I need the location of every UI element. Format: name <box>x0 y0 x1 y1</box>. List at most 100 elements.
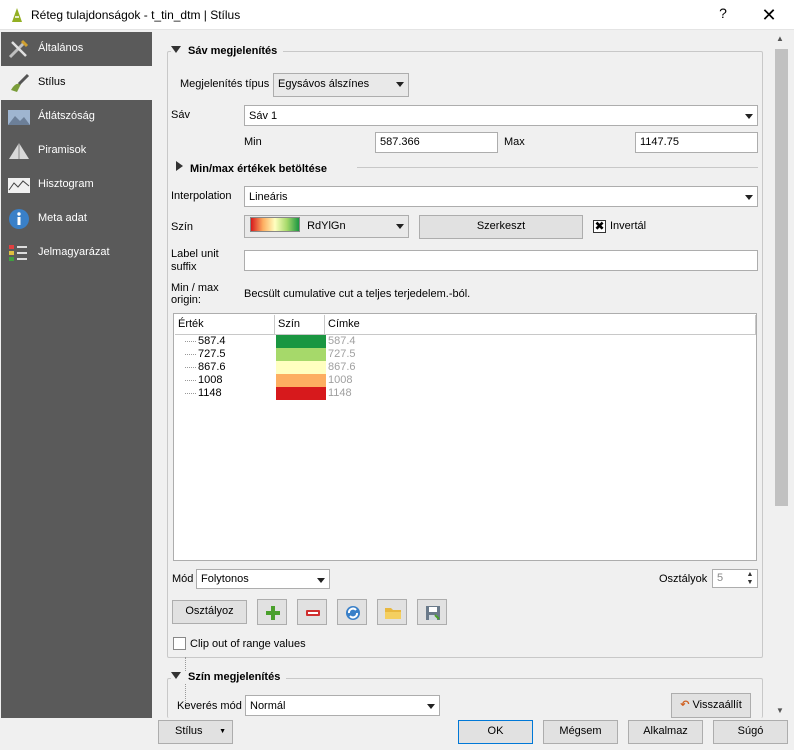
tree-branch <box>185 393 196 394</box>
band-rendering-header[interactable]: Sáv megjelenítés <box>171 45 284 57</box>
mode-select[interactable]: Folytonos <box>196 569 330 589</box>
sidebar-item-histogram[interactable]: Hisztogram <box>1 168 152 202</box>
spin-up-icon[interactable]: ▲ <box>744 571 756 578</box>
sidebar-item-label: Piramisok <box>38 144 87 156</box>
blend-mode-select[interactable]: Normál <box>245 695 440 716</box>
add-class-button[interactable] <box>257 599 287 625</box>
chevron-down-icon <box>392 216 408 237</box>
window-title: Réteg tulajdonságok - t_tin_dtm | Stílus <box>31 8 241 22</box>
table-row[interactable]: 727.5 727.5 <box>175 348 757 361</box>
min-input[interactable]: 587.366 <box>375 132 498 153</box>
sidebar-item-legend[interactable]: Jelmagyarázat <box>1 236 152 270</box>
sidebar-item-label: Általános <box>38 42 84 54</box>
close-icon[interactable]: ✕ <box>752 3 786 27</box>
row-value: 1148 <box>198 387 222 399</box>
sidebar-item-pyramids[interactable]: Piramisok <box>1 134 152 168</box>
clip-range-label: Clip out of range values <box>190 638 306 650</box>
tree-branch <box>185 341 196 342</box>
blend-mode-label: Keverés mód <box>177 700 242 712</box>
help-button[interactable]: Súgó <box>713 720 788 744</box>
column-header-label[interactable]: Címke <box>325 315 756 335</box>
divider <box>357 167 758 168</box>
invert-checkbox[interactable]: ✖ <box>593 220 606 233</box>
row-label: 1148 <box>328 387 352 399</box>
refresh-icon <box>346 606 360 620</box>
row-label: 867.6 <box>328 361 356 373</box>
scroll-up-icon[interactable]: ▲ <box>776 34 784 43</box>
load-color-map-button[interactable] <box>377 599 407 625</box>
help-icon[interactable]: ? <box>712 5 734 25</box>
table-row[interactable]: 1008 1008 <box>175 374 757 387</box>
title-bar: Réteg tulajdonságok - t_tin_dtm | Stílus… <box>0 0 794 30</box>
sidebar: Általános Stílus Átlátszóság Piramisok H… <box>1 32 152 750</box>
sidebar-item-general[interactable]: Általános <box>1 32 152 66</box>
refresh-button[interactable] <box>337 599 367 625</box>
render-type-select[interactable]: Egysávos álszínes <box>273 73 409 97</box>
histogram-icon <box>8 178 30 193</box>
band-select[interactable]: Sáv 1 <box>244 105 758 126</box>
ok-button[interactable]: OK <box>458 720 533 744</box>
chevron-down-icon <box>741 106 757 126</box>
remove-class-button[interactable] <box>297 599 327 625</box>
label-unit-suffix-input[interactable] <box>244 250 758 271</box>
render-type-label: Megjelenítés típus <box>180 78 270 90</box>
edit-ramp-button[interactable]: Szerkeszt <box>419 215 583 239</box>
clip-range-checkbox[interactable] <box>173 637 186 650</box>
column-header-color[interactable]: Szín <box>275 315 325 335</box>
sidebar-item-transparency[interactable]: Átlátszóság <box>1 100 152 134</box>
row-value: 727.5 <box>198 348 226 360</box>
table-row[interactable]: 867.6 867.6 <box>175 361 757 374</box>
row-value: 1008 <box>198 374 223 386</box>
spin-down-icon[interactable]: ▼ <box>744 579 756 586</box>
undo-icon: ↶ <box>680 699 690 711</box>
chevron-down-icon <box>741 187 757 207</box>
tools-icon <box>8 39 29 59</box>
row-label: 587.4 <box>328 335 356 347</box>
save-color-map-button[interactable] <box>417 599 447 625</box>
table-row[interactable]: 587.4 587.4 <box>175 335 757 348</box>
band-label: Sáv <box>171 109 190 121</box>
sidebar-item-style[interactable]: Stílus <box>1 66 152 100</box>
column-header-value[interactable]: Érték <box>175 315 275 335</box>
transparency-icon <box>8 110 30 125</box>
sidebar-item-label: Átlátszóság <box>38 110 95 122</box>
interpolation-select[interactable]: Lineáris <box>244 186 758 207</box>
color-map-table[interactable]: Érték Szín Címke 587.4 587.4 727.5 727.5 8… <box>173 313 757 709</box>
info-icon <box>9 209 29 229</box>
style-menu-button[interactable]: Stílus ▼ <box>158 720 233 744</box>
min-label: Min <box>244 136 262 148</box>
classes-spinbox[interactable]: 5 ▲ ▼ <box>712 569 758 588</box>
reset-button[interactable]: ↶ Visszaállít <box>671 693 751 718</box>
cancel-button[interactable]: Mégsem <box>543 720 618 744</box>
chevron-down-icon <box>423 696 439 716</box>
chevron-down-icon: ▼ <box>219 728 226 735</box>
collapse-triangle-icon <box>171 46 181 53</box>
save-icon <box>426 606 440 620</box>
max-input[interactable]: 1147.75 <box>635 132 758 153</box>
color-swatch[interactable] <box>276 387 326 400</box>
chevron-down-icon <box>392 74 408 96</box>
color-swatch[interactable] <box>276 348 326 361</box>
classify-button[interactable]: Osztályoz <box>172 600 247 624</box>
apply-button[interactable]: Alkalmaz <box>628 720 703 744</box>
folder-icon <box>385 608 401 619</box>
label-unit-suffix-label-1: Label unit <box>171 248 219 260</box>
color-swatch[interactable] <box>276 335 326 348</box>
tree-branch <box>185 354 196 355</box>
table-row[interactable]: 1148 1148 <box>175 387 757 400</box>
vertical-scrollbar[interactable]: ▲ ▼ <box>773 32 790 718</box>
minmax-load-header[interactable]: Min/max értékek betöltése <box>176 161 333 175</box>
color-rendering-header[interactable]: Szín megjelenítés <box>171 671 287 683</box>
minmax-origin-value: Becsült cumulative cut a teljes terjedel… <box>244 288 471 300</box>
color-ramp-select[interactable]: RdYlGn <box>244 215 409 238</box>
row-value: 867.6 <box>198 361 226 373</box>
sidebar-item-metadata[interactable]: Meta adat <box>1 202 152 236</box>
classes-label: Osztályok <box>659 573 708 585</box>
scroll-down-icon[interactable]: ▼ <box>776 706 784 715</box>
scroll-thumb[interactable] <box>775 49 788 506</box>
row-value: 587.4 <box>198 335 226 347</box>
color-swatch[interactable] <box>276 361 326 374</box>
label-unit-suffix-label-2: suffix <box>171 261 197 273</box>
plus-icon <box>266 606 280 620</box>
color-swatch[interactable] <box>276 374 326 387</box>
